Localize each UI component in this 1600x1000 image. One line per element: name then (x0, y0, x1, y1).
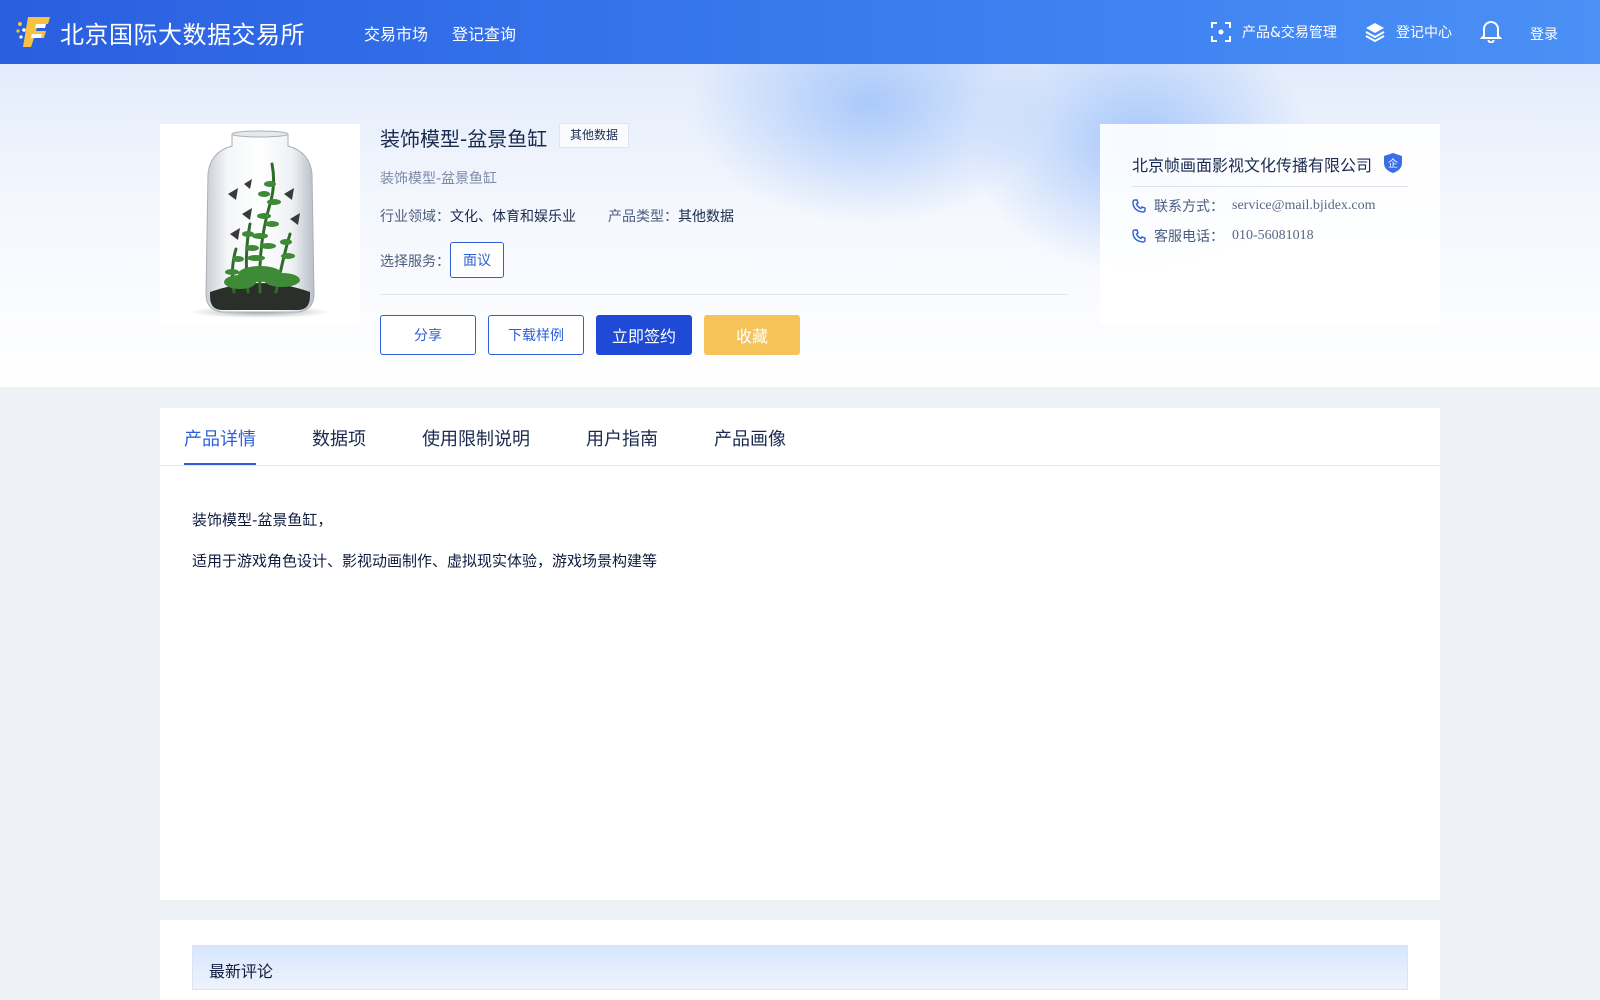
product-category-badge: 其他数据 (559, 123, 630, 148)
phone-icon (1132, 199, 1146, 213)
phone-label: 客服电话： (1154, 229, 1224, 245)
contact-label: 联系方式： (1154, 199, 1224, 215)
company-card: 北京帧画面影视文化传播有限公司 企 联系方式： service@mail.bji… (1100, 124, 1440, 324)
service-label: 选择服务： (380, 254, 450, 270)
detail-tabs: 产品详情 数据项 使用限制说明 用户指南 产品画像 (160, 408, 1440, 466)
product-subtitle: 装饰模型-盆景鱼缸 (380, 171, 498, 187)
registration-center-label: 登记中心 (1396, 25, 1452, 41)
tab-product-profile[interactable]: 产品画像 (714, 425, 786, 451)
site-title[interactable]: 北京国际大数据交易所 (60, 15, 305, 50)
aquarium-bottle-image (190, 130, 330, 318)
scan-icon (1211, 22, 1231, 42)
layers-icon (1365, 23, 1385, 43)
tab-data-items[interactable]: 数据项 (312, 425, 366, 451)
product-type-value: 其他数据 (678, 209, 734, 225)
enterprise-verified-icon: 企 (1384, 153, 1402, 173)
favorite-button[interactable]: 收藏 (704, 315, 800, 355)
comments-section: 最新评论 (160, 920, 1440, 1000)
contact-phone-row: 客服电话： 010-56081018 (1132, 226, 1314, 246)
share-button[interactable]: 分享 (380, 315, 476, 355)
company-name[interactable]: 北京帧画面影视文化传播有限公司 (1132, 152, 1372, 176)
nav-registration-query[interactable]: 登记查询 (452, 21, 516, 45)
product-trade-management-link[interactable]: 产品&交易管理 (1210, 19, 1337, 45)
login-button[interactable]: 登录 (1530, 24, 1558, 44)
tab-product-details[interactable]: 产品详情 (184, 425, 256, 451)
registration-center-link[interactable]: 登记中心 (1364, 19, 1452, 45)
phone-icon (1132, 229, 1146, 243)
divider (1132, 186, 1408, 187)
contact-email[interactable]: service@mail.bjidex.com (1232, 198, 1376, 214)
svg-text:企: 企 (1388, 157, 1398, 170)
product-title: 装饰模型-盆景鱼缸 (380, 127, 548, 151)
sign-now-button[interactable]: 立即签约 (596, 315, 692, 355)
tab-usage-restrictions[interactable]: 使用限制说明 (422, 425, 530, 451)
comments-header: 最新评论 (192, 945, 1408, 990)
industry-label: 行业领域： (380, 209, 450, 225)
download-sample-button[interactable]: 下载样例 (488, 315, 584, 355)
logo-icon[interactable] (16, 14, 52, 48)
product-type-label: 产品类型： (608, 209, 678, 225)
comments-title: 最新评论 (209, 962, 274, 981)
active-tab-indicator (184, 463, 256, 465)
service-option-negotiable[interactable]: 面议 (450, 242, 504, 278)
top-navigation-bar: 北京国际大数据交易所 交易市场 登记查询 产品&交易管理 登记中心 登录 (0, 0, 1600, 64)
divider (380, 294, 1068, 295)
product-detail-panel: 产品详情 数据项 使用限制说明 用户指南 产品画像 装饰模型-盆景鱼缸， 适用于… (160, 408, 1440, 900)
industry-field: 行业领域：文化、体育和娱乐业 (380, 206, 576, 226)
product-image (160, 124, 360, 324)
product-type-field: 产品类型：其他数据 (608, 206, 734, 226)
phone-number[interactable]: 010-56081018 (1232, 228, 1314, 244)
industry-value: 文化、体育和娱乐业 (450, 209, 576, 225)
contact-email-row: 联系方式： service@mail.bjidex.com (1132, 196, 1376, 216)
product-trade-management-label: 产品&交易管理 (1242, 25, 1337, 41)
description-line: 适用于游戏角色设计、影视动画制作、虚拟现实体验，游戏场景构建等 (192, 552, 658, 570)
description-line: 装饰模型-盆景鱼缸， (192, 511, 333, 529)
tab-user-guide[interactable]: 用户指南 (586, 425, 658, 451)
bell-icon[interactable] (1480, 19, 1502, 43)
nav-market[interactable]: 交易市场 (364, 21, 428, 45)
